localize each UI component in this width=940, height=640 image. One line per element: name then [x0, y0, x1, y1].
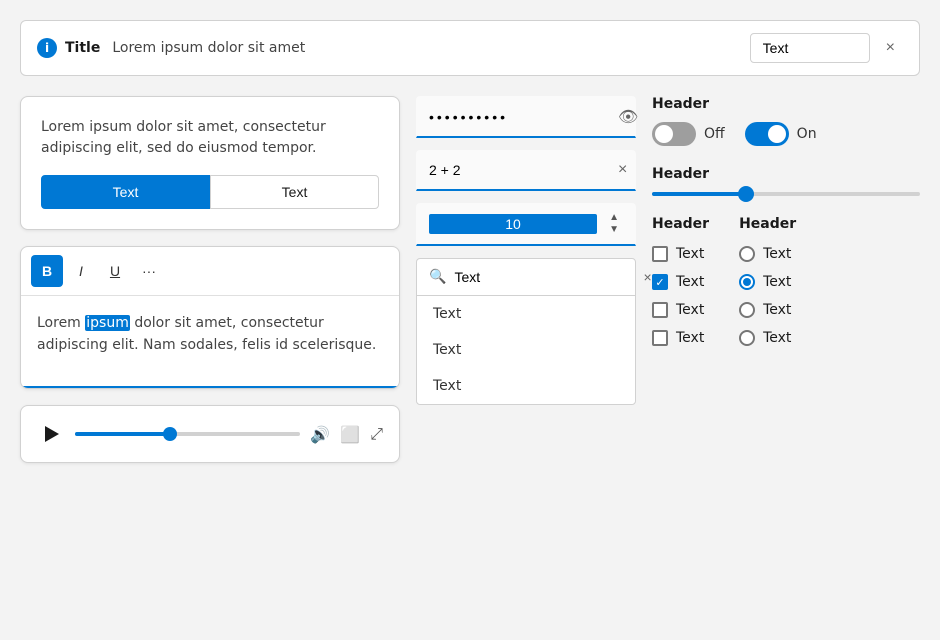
radio-item-3[interactable]: Text: [739, 302, 796, 318]
more-button[interactable]: ···: [133, 255, 165, 287]
slider-section: Header: [652, 166, 920, 196]
radio-label-3: Text: [763, 302, 791, 318]
middle-column: 👁 × ▲ ▼ 🔍 × Text Text Text: [416, 96, 636, 463]
info-card: Lorem ipsum dolor sit amet, consectetur …: [20, 96, 400, 230]
toggle-group-off: Off: [652, 122, 725, 146]
spinner-field: ▲ ▼: [416, 203, 636, 246]
toggle-on-label: On: [797, 126, 817, 142]
dropdown-item-3[interactable]: Text: [417, 368, 635, 404]
fullscreen-icon[interactable]: ⤢: [370, 424, 383, 444]
radio-1[interactable]: [739, 246, 755, 262]
radio-item-1[interactable]: Text: [739, 246, 796, 262]
editor-toolbar: B I U ···: [21, 247, 399, 296]
radio-label-4: Text: [763, 330, 791, 346]
volume-icon[interactable]: 🔊: [310, 425, 330, 444]
info-bar: i Title Lorem ipsum dolor sit amet ×: [20, 20, 920, 76]
toggle-header: Header: [652, 96, 920, 112]
progress-fill: [75, 432, 170, 436]
subtitles-icon[interactable]: ⬜: [340, 425, 360, 444]
calc-clear-button[interactable]: ×: [618, 161, 627, 179]
spinner-buttons: ▲ ▼: [605, 212, 623, 236]
toggle-off-label: Off: [704, 126, 725, 142]
right-column: Header Off On Header: [652, 96, 920, 463]
editor-highlight: ipsum: [85, 315, 130, 331]
radio-4[interactable]: [739, 330, 755, 346]
progress-track[interactable]: [75, 432, 300, 436]
editor-border: [21, 386, 399, 388]
italic-button[interactable]: I: [65, 255, 97, 287]
checkbox-item-4[interactable]: Text: [652, 330, 709, 346]
info-icon: i: [37, 38, 57, 58]
info-title: Title: [65, 40, 100, 56]
media-player: 🔊 ⬜ ⤢: [20, 405, 400, 463]
calc-field: ×: [416, 150, 636, 191]
toggle-thumb-on: [768, 125, 786, 143]
spinner-up-button[interactable]: ▲: [605, 212, 623, 224]
checkbox-column: Header Text Text Text Text: [652, 216, 709, 346]
checkbox-item-2[interactable]: Text: [652, 274, 709, 290]
secondary-button[interactable]: Text: [210, 175, 379, 209]
checkbox-item-3[interactable]: Text: [652, 302, 709, 318]
checkbox-label-1: Text: [676, 246, 704, 262]
checkbox-4[interactable]: [652, 330, 668, 346]
radio-label-2: Text: [763, 274, 791, 290]
slider-fill: [652, 192, 746, 196]
search-input[interactable]: [454, 269, 635, 285]
bold-button[interactable]: B: [31, 255, 63, 287]
checkbox-3[interactable]: [652, 302, 668, 318]
spinner-input[interactable]: [429, 214, 597, 234]
toggle-thumb-off: [655, 125, 673, 143]
radio-header: Header: [739, 216, 796, 232]
underline-button[interactable]: U: [99, 255, 131, 287]
play-icon: [45, 426, 59, 442]
button-row: Text Text: [41, 175, 379, 209]
eye-icon[interactable]: 👁: [618, 107, 638, 126]
editor-body[interactable]: Lorem ipsum dolor sit amet, consectetur …: [21, 296, 399, 386]
search-icon: 🔍: [429, 269, 446, 285]
radio-column: Header Text Text Text Text: [739, 216, 796, 346]
checkbox-2[interactable]: [652, 274, 668, 290]
checkbox-header: Header: [652, 216, 709, 232]
slider-track[interactable]: [652, 192, 920, 196]
checkbox-label-4: Text: [676, 330, 704, 346]
search-dropdown: 🔍 × Text Text Text: [416, 258, 636, 405]
dropdown-item-1[interactable]: Text: [417, 296, 635, 332]
radio-3[interactable]: [739, 302, 755, 318]
play-button[interactable]: [37, 420, 65, 448]
slider-header: Header: [652, 166, 920, 182]
search-clear-button[interactable]: ×: [643, 269, 651, 285]
close-button[interactable]: ×: [878, 35, 903, 61]
editor-text-before: Lorem: [37, 315, 85, 331]
checkbox-label-3: Text: [676, 302, 704, 318]
info-description: Lorem ipsum dolor sit amet: [112, 40, 741, 56]
search-input-row: 🔍 ×: [417, 259, 635, 296]
toggles-row: Off On: [652, 122, 920, 146]
toggle-group-on: On: [745, 122, 817, 146]
radio-label-1: Text: [763, 246, 791, 262]
primary-button[interactable]: Text: [41, 175, 210, 209]
spinner-down-button[interactable]: ▼: [605, 224, 623, 236]
password-input[interactable]: [429, 109, 610, 125]
dropdown-item-2[interactable]: Text: [417, 332, 635, 368]
slider-thumb[interactable]: [738, 186, 754, 202]
dropdown-list: Text Text Text: [417, 296, 635, 404]
password-field: 👁: [416, 96, 636, 138]
toggle-section: Header Off On: [652, 96, 920, 146]
radio-item-2[interactable]: Text: [739, 274, 796, 290]
check-radio-section: Header Text Text Text Text: [652, 216, 920, 346]
radio-item-4[interactable]: Text: [739, 330, 796, 346]
left-column: Lorem ipsum dolor sit amet, consectetur …: [20, 96, 400, 463]
checkbox-item-1[interactable]: Text: [652, 246, 709, 262]
text-editor: B I U ··· Lorem ipsum dolor sit amet, co…: [20, 246, 400, 389]
radio-2[interactable]: [739, 274, 755, 290]
toggle-off[interactable]: [652, 122, 696, 146]
checkbox-label-2: Text: [676, 274, 704, 290]
card-text: Lorem ipsum dolor sit amet, consectetur …: [41, 117, 379, 159]
calc-input[interactable]: [429, 162, 610, 178]
info-input[interactable]: [750, 33, 870, 63]
checkbox-1[interactable]: [652, 246, 668, 262]
toggle-on[interactable]: [745, 122, 789, 146]
progress-thumb: [163, 427, 177, 441]
